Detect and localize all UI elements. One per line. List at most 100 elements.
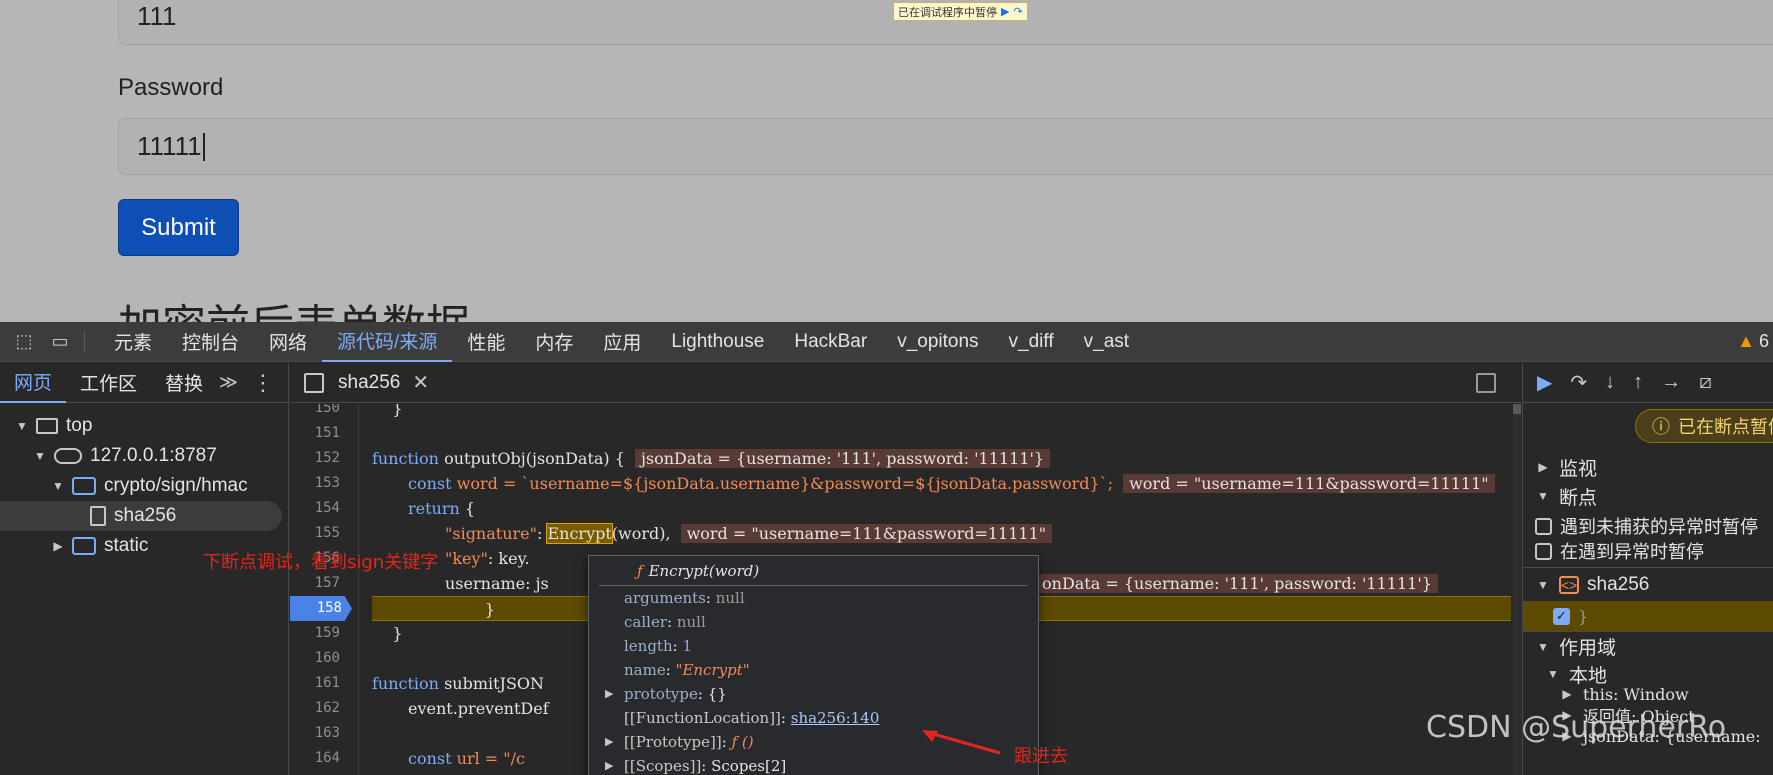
breakpoint-entry[interactable]: ✓} (1523, 601, 1773, 631)
warnings-counter[interactable]: ▲ 6 (1737, 331, 1769, 352)
code-text: (word), (611, 524, 671, 543)
checkbox[interactable] (1535, 542, 1552, 560)
encrypt-call-highlight[interactable]: Encrypt (546, 523, 613, 544)
screenshot-root: 111 Password 11111 Submit 加密前后表单数据 已在调试程… (0, 0, 1773, 775)
checkbox[interactable] (1535, 517, 1552, 535)
deactivate-breakpoints-icon[interactable]: ⧄ (1699, 371, 1712, 394)
warning-count: 6 (1758, 331, 1769, 351)
expanded-arrow-icon: ▼ (52, 479, 64, 493)
section-watch[interactable]: ▶ 监视 (1523, 452, 1773, 482)
toggle-debugger-icon[interactable] (1476, 373, 1496, 393)
devtools-main-toolbar: ⬚ ▭ 元素 控制台 网络 源代码/来源 性能 内存 应用 Lighthouse… (0, 322, 1773, 362)
tab-v-diff[interactable]: v_diff (994, 322, 1069, 362)
section-scope[interactable]: ▼ 作用域 (1523, 631, 1773, 661)
step-over-icon[interactable]: ↷ (1570, 370, 1587, 395)
popover-row-expandable[interactable]: ▶ prototype: {} (589, 682, 1038, 706)
inspect-element-icon[interactable]: ⬚ (12, 330, 36, 354)
function-location-link[interactable]: sha256:140 (791, 709, 880, 727)
code-line: const url = "/c (408, 746, 525, 771)
submit-button[interactable]: Submit (118, 199, 239, 256)
paused-in-debugger-banner: 已在调试程序中暂停 ▶ ↷ (893, 2, 1028, 21)
prop-value: 1 (682, 637, 693, 655)
tree-item-sha256[interactable]: sha256 (0, 501, 282, 531)
resume-icon[interactable]: ▶ (1537, 370, 1552, 395)
tree-item-folder-hmac[interactable]: ▼ crypto/sign/hmac (0, 471, 282, 501)
line-number[interactable]: 164 (290, 746, 350, 771)
code-line: function submitJSON (372, 671, 544, 696)
code-line: event.preventDef (408, 696, 549, 721)
tab-v-opitons[interactable]: v_opitons (882, 322, 993, 362)
password-input[interactable]: 11111 (118, 118, 1773, 175)
tab-elements[interactable]: 元素 (99, 322, 167, 362)
line-number[interactable]: 163 (290, 721, 350, 746)
toolbar-divider (84, 330, 85, 353)
nav-tab-page[interactable]: 网页 (0, 363, 67, 403)
tree-item-host[interactable]: ▼ 127.0.0.1:8787 (0, 441, 282, 471)
line-number[interactable]: 161 (290, 671, 350, 696)
tab-v-ast[interactable]: v_ast (1069, 322, 1144, 362)
inline-value: word = "username=111&password=11111" (680, 524, 1053, 543)
line-number[interactable]: 159 (290, 621, 350, 646)
editor-tabs: sha256 ✕ (290, 363, 1521, 403)
step-out-icon[interactable]: ↑ (1633, 371, 1643, 394)
step-icon[interactable]: → (1661, 371, 1681, 394)
toggle-navigator-icon[interactable] (304, 372, 324, 393)
password-value: 11111 (137, 131, 202, 161)
script-file-icon: <> (1559, 575, 1579, 594)
line-number[interactable]: 160 (290, 646, 350, 671)
line-number[interactable]: 154 (290, 496, 350, 521)
line-number[interactable]: 151 (290, 421, 350, 446)
tab-network[interactable]: 网络 (254, 322, 322, 362)
tab-console[interactable]: 控制台 (167, 322, 254, 362)
editor-tab-sha256[interactable]: sha256 ✕ (338, 370, 429, 395)
line-number[interactable]: 153 (290, 471, 350, 496)
scrollbar-thumb[interactable] (1513, 404, 1521, 414)
popover-row: length: 1 (624, 637, 693, 655)
tab-application[interactable]: 应用 (588, 322, 656, 362)
tab-memory[interactable]: 内存 (520, 322, 588, 362)
close-icon[interactable]: ✕ (412, 370, 429, 395)
folder-icon (72, 537, 96, 555)
line-number[interactable]: 150 (290, 404, 350, 421)
paused-label: 已在断点暂停 (1678, 417, 1773, 437)
tab-sources[interactable]: 源代码/来源 (322, 322, 453, 362)
nav-tab-workspace[interactable]: 工作区 (66, 363, 151, 403)
tree-item-top[interactable]: ▼ top (0, 411, 282, 441)
scope-row-this[interactable]: ▶ this: Window (1523, 683, 1773, 705)
nav-tab-overrides[interactable]: 替换 (151, 363, 217, 403)
section-breakpoints[interactable]: ▼ 断点 (1523, 481, 1773, 511)
collapsed-arrow-icon: ▶ (1562, 687, 1572, 701)
breakpoint-line-number[interactable]: 158 (290, 596, 352, 621)
code-text: : key. (487, 549, 530, 568)
pause-caught-option[interactable]: 在遇到异常时暂停 (1523, 536, 1773, 566)
popover-title: ƒ Encrypt(word) (599, 556, 1028, 586)
line-number[interactable]: 162 (290, 696, 350, 721)
function-icon: ƒ (637, 562, 643, 580)
step-into-icon[interactable]: ↓ (1605, 371, 1615, 394)
resume-icon[interactable]: ▶ (1001, 5, 1009, 18)
breakpoint-file-sha256[interactable]: ▼ <> sha256 (1523, 567, 1773, 601)
breakpoint-checkbox[interactable]: ✓ (1553, 607, 1570, 625)
device-toolbar-icon[interactable]: ▭ (48, 330, 72, 354)
object-key: "signature" (445, 524, 537, 543)
collapsed-arrow-icon: ▶ (1538, 460, 1548, 474)
frame-icon (36, 418, 58, 434)
code-text: username: js (445, 574, 549, 593)
prop-key: caller (624, 613, 667, 631)
tab-lighthouse[interactable]: Lighthouse (656, 322, 779, 362)
tab-hackbar[interactable]: HackBar (779, 322, 882, 362)
code-text: { (459, 499, 476, 518)
tree-label: sha256 (114, 505, 177, 526)
more-options-icon[interactable]: ⋮ (252, 370, 274, 396)
prop-key: [[Prototype]] (624, 733, 722, 751)
step-over-icon[interactable]: ↷ (1013, 5, 1022, 18)
line-number[interactable]: 155 (290, 521, 350, 546)
more-tabs-icon[interactable]: ≫ (219, 372, 238, 393)
code-text: } (444, 600, 495, 619)
tab-performance[interactable]: 性能 (452, 322, 520, 362)
paused-on-breakpoint-badge: ⓘ 已在断点暂停 (1635, 409, 1773, 443)
web-page: 111 Password 11111 Submit 加密前后表单数据 已在调试程… (0, 0, 1773, 322)
line-number[interactable]: 157 (290, 571, 350, 596)
line-number[interactable]: 152 (290, 446, 350, 471)
code-line: return { (408, 496, 475, 521)
